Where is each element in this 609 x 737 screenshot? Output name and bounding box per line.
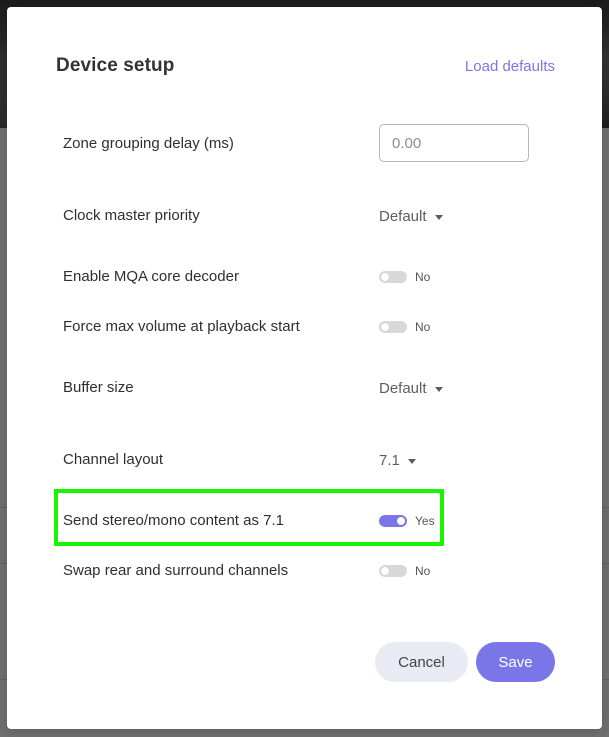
swap-rear-surround-label: Swap rear and surround channels (63, 562, 289, 579)
send-stereo-mono-label: Send stereo/mono content as 7.1 (63, 512, 284, 529)
load-defaults-button[interactable]: Load defaults (465, 58, 555, 75)
toggle-knob (381, 273, 389, 281)
toggle-knob (397, 517, 405, 525)
chevron-down-icon (434, 386, 443, 392)
zone-grouping-delay-input[interactable] (379, 124, 529, 162)
modal-title: Device setup (56, 55, 175, 76)
force-max-volume-toggle-group: No (379, 317, 430, 337)
chevron-down-icon (407, 458, 416, 464)
toggle-knob (381, 323, 389, 331)
force-max-volume-toggle[interactable] (379, 321, 407, 333)
enable-mqa-core-decoder-label: Enable MQA core decoder (63, 268, 239, 285)
clock-master-priority-dropdown[interactable]: Default (379, 206, 443, 226)
buffer-size-value: Default (379, 379, 427, 397)
toggle-knob (381, 567, 389, 575)
clock-master-priority-value: Default (379, 207, 427, 225)
send-stereo-mono-toggle-group: Yes (379, 511, 435, 531)
save-button[interactable]: Save (476, 642, 555, 682)
enable-mqa-core-decoder-state: No (415, 270, 431, 284)
device-setup-modal: Device setup Load defaults Zone grouping… (7, 7, 602, 729)
swap-rear-surround-toggle[interactable] (379, 565, 407, 577)
channel-layout-value: 7.1 (379, 451, 400, 469)
send-stereo-mono-state: Yes (415, 514, 435, 528)
send-stereo-mono-toggle[interactable] (379, 515, 407, 527)
enable-mqa-core-decoder-toggle-group: No (379, 267, 430, 287)
channel-layout-dropdown[interactable]: 7.1 (379, 450, 416, 470)
channel-layout-label: Channel layout (63, 451, 164, 468)
enable-mqa-core-decoder-toggle[interactable] (379, 271, 407, 283)
zone-grouping-delay-label: Zone grouping delay (ms) (63, 135, 234, 152)
chevron-down-icon (434, 214, 443, 220)
swap-rear-surround-state: No (415, 564, 431, 578)
force-max-volume-label: Force max volume at playback start (63, 318, 300, 335)
buffer-size-dropdown[interactable]: Default (379, 378, 443, 398)
buffer-size-label: Buffer size (63, 379, 134, 396)
swap-rear-surround-toggle-group: No (379, 561, 430, 581)
force-max-volume-state: No (415, 320, 431, 334)
clock-master-priority-label: Clock master priority (63, 207, 200, 224)
cancel-button[interactable]: Cancel (375, 642, 468, 682)
